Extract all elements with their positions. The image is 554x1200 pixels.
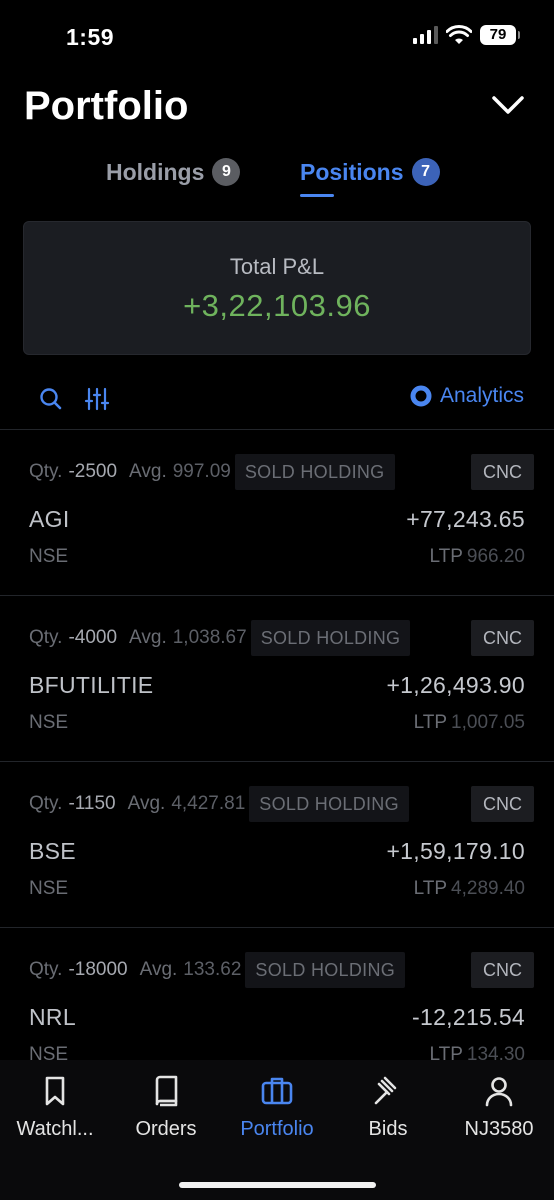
ltp-label: LTP <box>429 1044 463 1060</box>
avg-label: Avg. <box>129 627 167 648</box>
positions-toolbar: Analytics <box>0 378 554 418</box>
position-avg: 997.09 <box>172 461 231 482</box>
qty-label: Qty. <box>29 793 63 814</box>
page-title: Portfolio <box>24 84 189 128</box>
analytics-button[interactable]: Analytics <box>410 384 524 408</box>
portfolio-tabs: Holdings 9 Positions 7 <box>0 152 554 202</box>
position-ltp: 966.20 <box>466 546 525 567</box>
nav-label: NJ3580 <box>464 1118 534 1140</box>
status-time: 1:59 <box>66 24 115 50</box>
position-pnl: -12,215.54 <box>412 1004 525 1030</box>
sold-holding-tag: SOLD HOLDING <box>249 786 409 822</box>
avg-label: Avg. <box>127 793 166 814</box>
position-row-agi[interactable]: Qty. -2500 Avg. 997.09 SOLD HOLDING CNC … <box>0 430 554 596</box>
nav-orders[interactable]: Orders <box>111 1074 221 1141</box>
bottom-navigation: Watchl... Orders Portfolio Bids NJ3580 <box>0 1060 554 1200</box>
tab-holdings-label: Holdings <box>106 158 205 185</box>
product-type-tag: CNC <box>471 620 534 656</box>
avg-label: Avg. <box>129 461 167 482</box>
nav-label: Bids <box>368 1118 408 1140</box>
tab-positions-label: Positions <box>300 158 404 185</box>
position-qty: -2500 <box>68 461 118 482</box>
status-icons: 79 <box>413 25 520 45</box>
position-avg: 4,427.81 <box>171 793 246 814</box>
nav-profile[interactable]: NJ3580 <box>444 1074 554 1141</box>
gavel-icon <box>374 1076 397 1105</box>
positions-list: Qty. -2500 Avg. 997.09 SOLD HOLDING CNC … <box>0 430 554 1060</box>
avg-label: Avg. <box>139 959 178 980</box>
position-row-bse[interactable]: Qty. -1150 Avg. 4,427.81 SOLD HOLDING CN… <box>0 762 554 928</box>
position-qty: -4000 <box>68 627 118 648</box>
position-qty: -1150 <box>68 793 116 814</box>
position-avg: 1,038.67 <box>172 627 247 648</box>
total-pnl-value: +3,22,103.96 <box>183 288 371 323</box>
nav-label: Portfolio <box>240 1118 314 1140</box>
qty-label: Qty. <box>29 959 63 980</box>
sold-holding-tag: SOLD HOLDING <box>245 952 406 988</box>
position-row-bfutilitie[interactable]: Qty. -4000 Avg. 1,038.67 SOLD HOLDING CN… <box>0 596 554 762</box>
position-exchange: NSE <box>29 878 69 899</box>
position-qty: -18000 <box>68 959 128 980</box>
qty-label: Qty. <box>29 461 63 482</box>
tab-positions-count-badge: 7 <box>411 158 440 186</box>
position-pnl: +1,59,179.10 <box>386 838 525 864</box>
wifi-icon <box>446 25 472 44</box>
filter-sliders-icon[interactable] <box>84 386 110 412</box>
position-symbol: NRL <box>29 1004 76 1030</box>
ltp-label: LTP <box>413 878 448 899</box>
book-icon <box>155 1075 178 1107</box>
tab-holdings[interactable]: Holdings 9 <box>106 158 241 186</box>
position-exchange: NSE <box>29 712 69 733</box>
total-pnl-label: Total P&L <box>229 254 325 279</box>
bookmark-icon <box>45 1076 65 1106</box>
product-type-tag: CNC <box>471 786 534 822</box>
chevron-down-icon[interactable] <box>490 92 526 120</box>
position-row-nrl[interactable]: Qty. -18000 Avg. 133.62 SOLD HOLDING CNC… <box>0 928 554 1060</box>
analytics-ring-icon <box>410 385 432 407</box>
product-type-tag: CNC <box>471 454 534 490</box>
sold-holding-tag: SOLD HOLDING <box>234 454 395 490</box>
tab-holdings-count-badge: 9 <box>212 158 241 186</box>
position-pnl: +1,26,493.90 <box>386 672 525 698</box>
ltp-label: LTP <box>413 712 448 733</box>
ltp-label: LTP <box>429 546 463 567</box>
active-tab-indicator <box>300 194 334 197</box>
cellular-signal-icon <box>413 26 438 44</box>
search-icon[interactable] <box>38 386 64 412</box>
position-exchange: NSE <box>29 546 69 567</box>
battery-indicator: 79 <box>480 25 520 45</box>
nav-label: Orders <box>135 1118 197 1140</box>
nav-bids[interactable]: Bids <box>333 1074 443 1141</box>
nav-portfolio[interactable]: Portfolio <box>222 1074 332 1141</box>
position-exchange: NSE <box>29 1044 69 1060</box>
nav-watchlist[interactable]: Watchl... <box>0 1074 110 1141</box>
user-icon <box>485 1077 513 1107</box>
position-ltp: 134.30 <box>466 1044 525 1060</box>
home-indicator <box>179 1182 376 1188</box>
position-symbol: BSE <box>29 838 76 864</box>
nav-label: Watchl... <box>16 1118 94 1140</box>
position-symbol: AGI <box>29 506 70 532</box>
sold-holding-tag: SOLD HOLDING <box>250 620 411 656</box>
analytics-label: Analytics <box>439 384 524 407</box>
status-bar: 1:59 79 <box>0 0 554 70</box>
qty-label: Qty. <box>29 627 63 648</box>
position-avg: 133.62 <box>183 959 242 980</box>
position-pnl: +77,243.65 <box>406 506 525 532</box>
position-ltp: 1,007.05 <box>451 712 525 733</box>
tab-positions[interactable]: Positions 7 <box>300 158 440 186</box>
position-ltp: 4,289.40 <box>451 878 525 899</box>
total-pnl-card: Total P&L +3,22,103.96 <box>23 221 531 355</box>
product-type-tag: CNC <box>471 952 534 988</box>
briefcase-icon <box>261 1077 293 1105</box>
position-symbol: BFUTILITIE <box>29 672 154 698</box>
